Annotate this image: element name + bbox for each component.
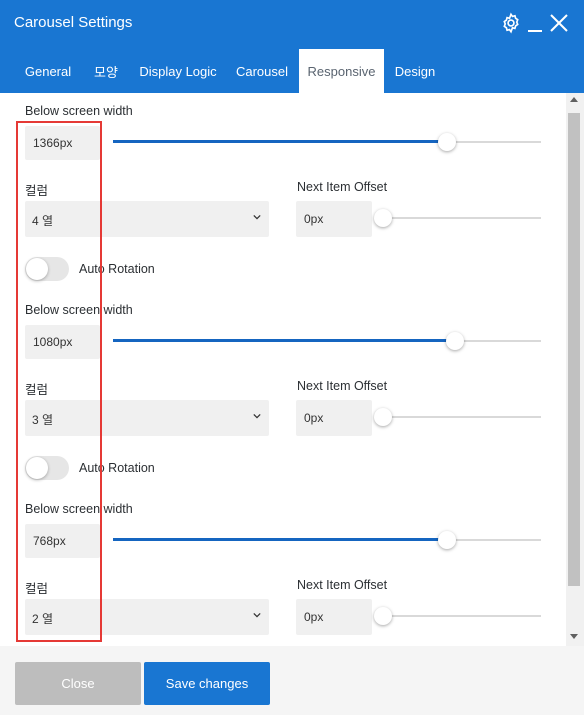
next-item-offset-label: Next Item Offset xyxy=(297,578,388,592)
screen-width-slider[interactable] xyxy=(113,332,541,350)
gear-icon[interactable] xyxy=(500,12,522,34)
next-item-offset-slider[interactable] xyxy=(374,408,541,426)
vertical-scrollbar[interactable] xyxy=(566,93,584,646)
next-item-offset-input[interactable]: 0px xyxy=(296,201,372,237)
slider-thumb[interactable] xyxy=(437,133,456,151)
scroll-down-icon[interactable] xyxy=(570,634,578,639)
tab-appearance[interactable]: 모양 xyxy=(88,49,124,93)
tab-general[interactable]: General xyxy=(15,49,81,93)
tab-display-logic[interactable]: Display Logic xyxy=(134,49,222,93)
next-item-offset-slider[interactable] xyxy=(374,607,541,625)
dialog-footer: Close Save changes xyxy=(0,646,584,715)
below-screen-width-label: Below screen width xyxy=(25,104,133,118)
next-item-offset-input[interactable]: 0px xyxy=(296,400,372,436)
tab-responsive[interactable]: Responsive xyxy=(299,49,384,93)
slider-thumb[interactable] xyxy=(374,607,392,625)
scroll-up-icon[interactable] xyxy=(570,97,578,102)
next-item-offset-label: Next Item Offset xyxy=(297,379,388,393)
next-item-offset-slider[interactable] xyxy=(374,209,541,227)
scrollbar-thumb[interactable] xyxy=(568,113,580,586)
tab-carousel[interactable]: Carousel xyxy=(230,49,294,93)
close-icon[interactable] xyxy=(549,13,569,33)
slider-thumb[interactable] xyxy=(374,209,392,227)
screen-width-slider[interactable] xyxy=(113,531,541,549)
title-bar: Carousel Settings General 모양 Display Log… xyxy=(0,0,584,93)
window-title: Carousel Settings xyxy=(14,14,133,31)
chevron-down-icon xyxy=(253,413,261,419)
tab-design[interactable]: Design xyxy=(389,49,441,93)
highlight-box xyxy=(16,121,102,642)
slider-thumb[interactable] xyxy=(446,332,465,350)
save-changes-button[interactable]: Save changes xyxy=(144,662,270,705)
chevron-down-icon xyxy=(253,612,261,618)
next-item-offset-label: Next Item Offset xyxy=(297,180,388,194)
slider-thumb[interactable] xyxy=(437,531,456,549)
screen-width-slider[interactable] xyxy=(113,133,541,151)
next-item-offset-input[interactable]: 0px xyxy=(296,599,372,635)
slider-thumb[interactable] xyxy=(374,408,392,426)
minimize-icon[interactable] xyxy=(527,12,543,34)
chevron-down-icon xyxy=(253,214,261,220)
close-button[interactable]: Close xyxy=(15,662,141,705)
